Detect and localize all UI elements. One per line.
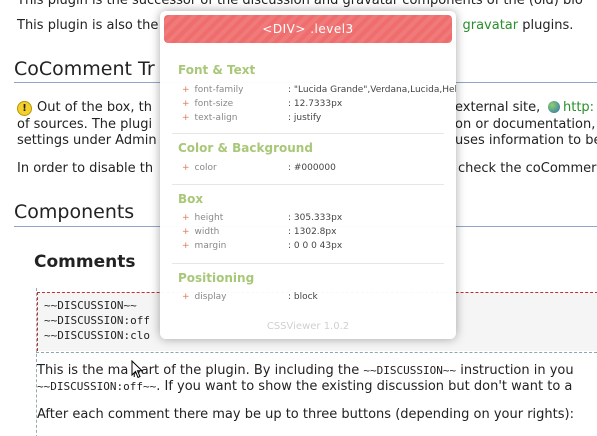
warning-icon: ! [17,101,32,116]
intro-line-1: This plugin is the successor of the disc… [17,0,583,8]
heading-cocomment: CoComment Tr [14,58,155,80]
para1-line2-left: of sources. The plugi [17,117,153,132]
discussion-off-code: ~~DISCUSSION:off~~ [37,380,157,393]
value-font-size: : 12.7333px [288,99,343,109]
prop-text-align: + text-align [182,113,238,123]
intro-line-1-text: This plugin is the successor of the disc… [17,0,583,8]
value-width: : 1302.8px [288,227,337,237]
value-margin: : 0 0 0 43px [288,241,343,251]
section-divider [172,184,444,185]
code-line-3: ~~DISCUSSION:clo [44,329,150,342]
para3-line1: This is the ma part of the plugin. By in… [37,363,574,378]
para1-line3-left: settings under Admin [17,133,157,148]
prop-width: + width [182,227,220,237]
para3-line1-start: This is the ma [37,363,129,378]
value-text-align: : justify [288,113,322,123]
para3-line1-mid: part of the plugin. By including the [132,363,360,378]
code-block-divider [36,352,597,353]
section-font-title: Font & Text [178,63,256,77]
external-link[interactable]: http: [563,100,594,115]
para1-line1-left: Out of the box, th [37,100,152,115]
para2-right: check the coCommer [458,161,597,176]
prop-margin: + margin [182,241,227,251]
para3-line2-text: . If you want to show the existing discu… [156,379,573,394]
para1-line2-right: on or documentation, [455,117,596,132]
prop-font-size: + font-size [182,99,234,109]
value-color: : #000000 [288,163,336,173]
intro-line-2-text: This plugin is also the [17,18,159,33]
value-height: : 305.333px [288,213,343,223]
intro-line-2-end: plugins. [522,18,574,33]
mouse-cursor-icon [131,360,144,379]
css-viewer-panel[interactable]: <DIV> .level3 Font & Text + font-family :… [160,11,456,339]
section-divider [172,133,444,134]
section-divider [172,263,444,264]
globe-icon [548,101,560,113]
prop-color: + color [182,163,217,173]
code-line-1: ~~DISCUSSION~~ [44,299,137,312]
para2-left: In order to disable th [17,161,154,176]
css-viewer-footer: CSSViewer 1.0.2 [266,321,350,332]
discussion-code: ~~DISCUSSION~~ [363,364,457,377]
para1-line3-right: uses information to be [455,133,597,148]
css-viewer-title: <DIV> .level3 [164,15,452,43]
heading-components: Components [14,201,135,223]
value-display: : block [288,292,318,302]
para4: After each comment there may be up to th… [37,407,574,422]
section-box-title: Box [178,192,204,206]
prop-display: + display [182,292,227,302]
gravatar-link[interactable]: gravatar [462,18,518,33]
prop-height: + height [182,213,224,223]
para3-line1-end: instruction in you [460,363,574,378]
section-color-title: Color & Background [178,141,313,155]
section-positioning-title: Positioning [178,271,255,285]
heading-comments: Comments [34,252,136,272]
value-font-family: : "Lucida Grande",Verdana,Lucida,Helveti… [288,85,456,95]
code-line-2: ~~DISCUSSION:off [44,314,150,327]
para3-line2: ~~DISCUSSION:off~~. If you want to show … [37,379,572,394]
prop-font-family: + font-family [182,85,244,95]
para1-line1-right: external site, [455,100,541,115]
